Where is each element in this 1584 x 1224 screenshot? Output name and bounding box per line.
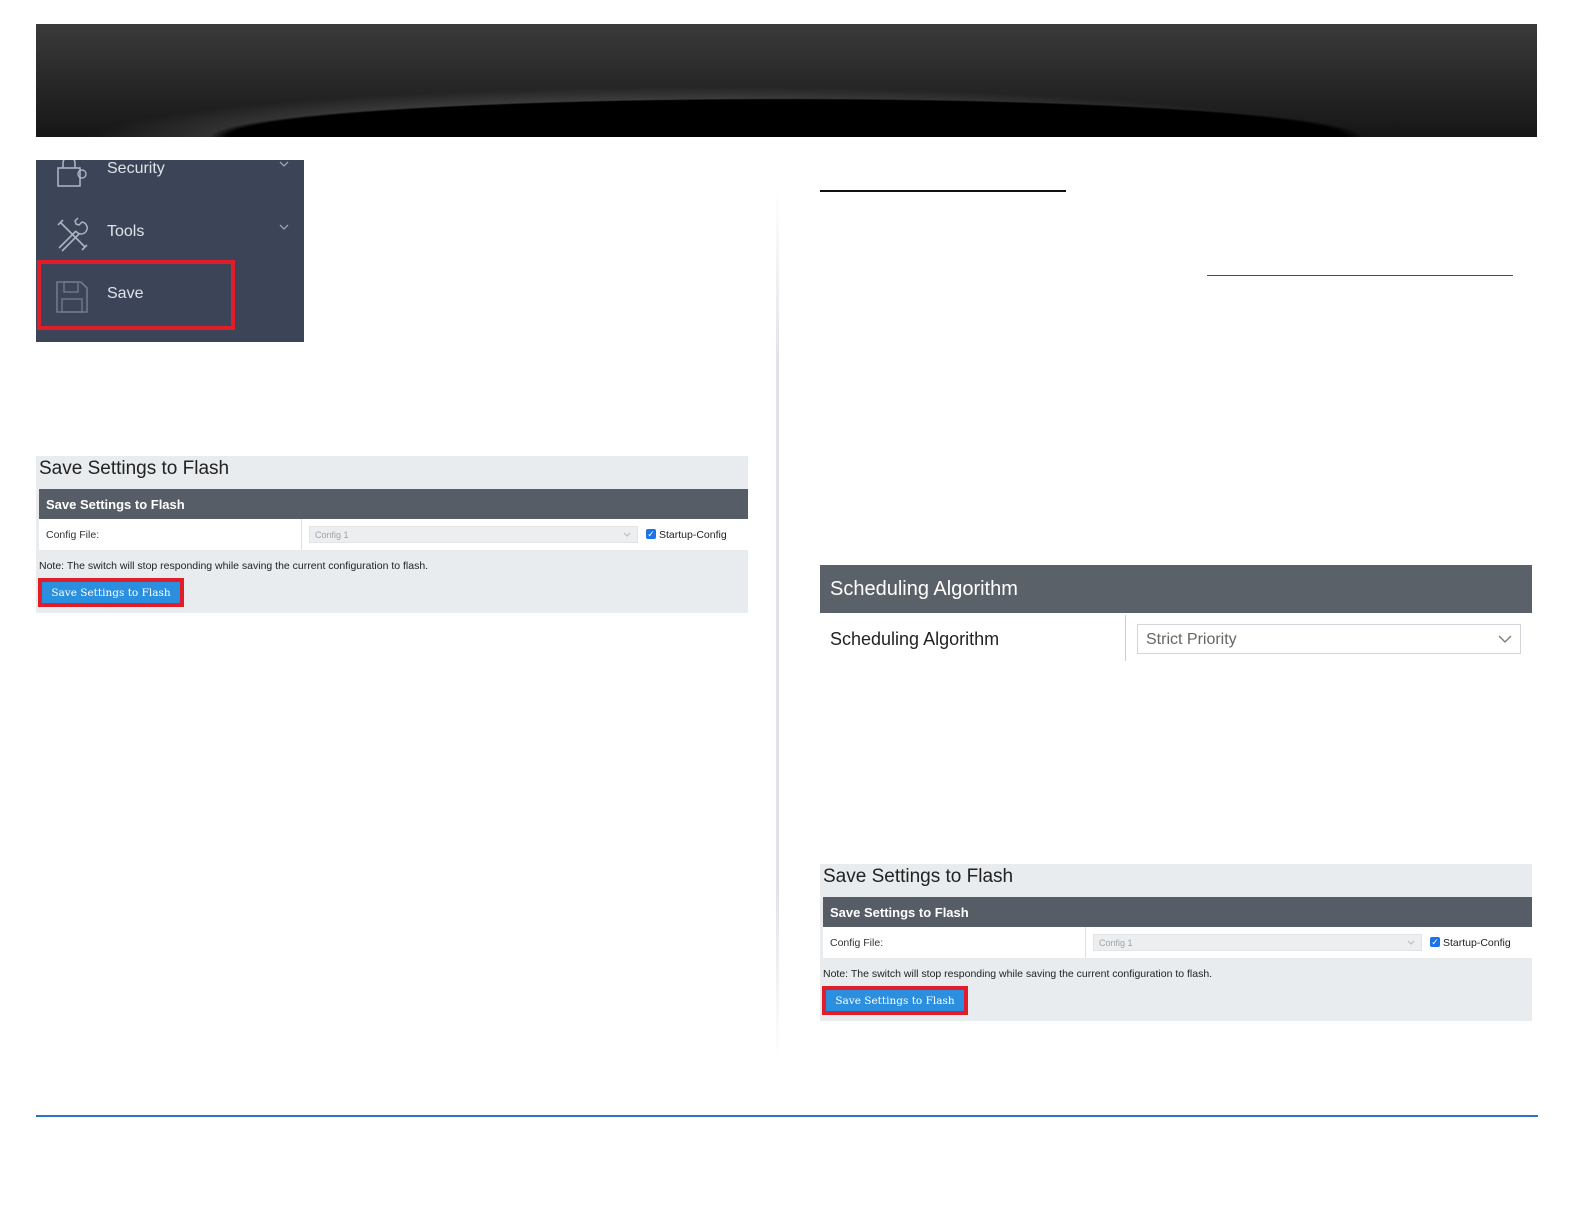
panel-title: Save Settings to Flash [39, 458, 230, 479]
panel-header: Save Settings to Flash [39, 489, 748, 519]
chevron-down-icon [623, 532, 631, 537]
config-file-value: Config 1 [315, 530, 349, 540]
panel-header: Save Settings to Flash [823, 897, 1532, 927]
chevron-down-icon [279, 161, 289, 167]
scheduling-algorithm-select[interactable]: Strict Priority [1137, 624, 1521, 654]
scheduling-algorithm-panel: Scheduling Algorithm Scheduling Algorith… [820, 565, 1532, 661]
panel-header: Scheduling Algorithm [820, 565, 1532, 613]
chevron-down-icon [1407, 940, 1415, 945]
section-rule [820, 190, 1066, 192]
highlight-box [38, 578, 184, 607]
panel-title: Save Settings to Flash [823, 866, 1014, 887]
startup-config-label: Startup-Config [659, 529, 727, 541]
divider [1085, 927, 1086, 958]
config-file-label: Config File: [830, 937, 884, 949]
tools-icon [57, 217, 88, 252]
scheduling-algorithm-value: Strict Priority [1146, 631, 1237, 648]
divider [301, 519, 302, 550]
sidebar-item-label: Security [107, 160, 165, 177]
save-note: Note: The switch will stop responding wh… [39, 560, 429, 572]
startup-config-label: Startup-Config [1443, 937, 1511, 949]
save-note: Note: The switch will stop responding wh… [823, 968, 1213, 980]
footer-rule [36, 1115, 1538, 1117]
config-file-row: Config File: Config 1 ✓ Startup-Config [823, 927, 1532, 958]
panel-header-label: Scheduling Algorithm [830, 578, 1018, 600]
highlight-box [822, 986, 968, 1015]
divider [1125, 615, 1126, 661]
config-file-label: Config File: [46, 529, 100, 541]
panel-header-label: Save Settings to Flash [830, 905, 969, 920]
lock-icon [57, 160, 87, 187]
column-divider [776, 190, 779, 1060]
startup-config-checkbox[interactable]: ✓ [646, 529, 656, 539]
panel-header-label: Save Settings to Flash [46, 497, 185, 512]
chevron-down-icon [279, 224, 289, 230]
highlight-box [37, 260, 235, 330]
sidebar-item-security[interactable]: Security [36, 160, 304, 200]
link-underline [1207, 275, 1513, 276]
sidebar-item-tools[interactable]: Tools [36, 205, 304, 263]
save-settings-panel: Save Settings to Flash Save Settings to … [36, 456, 748, 613]
sidebar-item-label: Tools [107, 223, 145, 240]
config-file-value: Config 1 [1099, 938, 1133, 948]
header-banner [36, 24, 1537, 137]
save-settings-panel: Save Settings to Flash Save Settings to … [820, 864, 1532, 1021]
startup-config-checkbox[interactable]: ✓ [1430, 937, 1440, 947]
sidebar-menu: Security Tools Save [36, 160, 304, 342]
config-file-select[interactable]: Config 1 [1093, 934, 1422, 951]
config-file-row: Config File: Config 1 ✓ Startup-Config [39, 519, 748, 550]
chevron-down-icon [1498, 635, 1512, 643]
config-file-select[interactable]: Config 1 [309, 526, 638, 543]
scheduling-algorithm-label: Scheduling Algorithm [830, 629, 1000, 649]
